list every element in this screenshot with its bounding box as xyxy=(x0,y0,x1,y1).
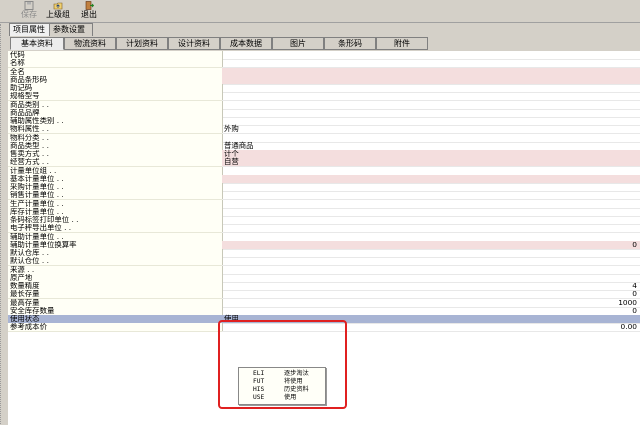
property-row[interactable]: 计量单位组 . . xyxy=(8,166,640,176)
tab-attachments[interactable]: 附件 xyxy=(376,37,428,50)
property-row[interactable]: 默认仓库 . . xyxy=(8,249,640,258)
property-row[interactable]: 商品条形码 xyxy=(8,75,640,85)
property-row[interactable]: 全名 xyxy=(8,67,640,77)
tab-barcode[interactable]: 条形码 xyxy=(324,37,376,50)
folder-up-icon xyxy=(53,2,63,10)
property-row[interactable]: 默认仓位 . . xyxy=(8,257,640,267)
property-row[interactable]: 数量精度 4 xyxy=(8,282,640,291)
exit-icon xyxy=(85,1,94,10)
property-row[interactable]: 基本计量单位 . . xyxy=(8,174,640,184)
property-row[interactable]: 来源 . . xyxy=(8,265,640,275)
property-row[interactable]: 最高存量 1000 xyxy=(8,298,640,308)
tab-basic-info[interactable]: 基本资料 xyxy=(10,37,64,50)
property-row[interactable]: 售卖方式 . . 计个 xyxy=(8,150,640,159)
property-row[interactable]: 销售计量单位 . . xyxy=(8,191,640,201)
property-number: 0 xyxy=(632,305,637,315)
property-row[interactable]: 原产地 xyxy=(8,273,640,283)
outer-tab-bar: 项目属性 参数设置 xyxy=(0,23,640,36)
property-row[interactable]: 电子秤导出单位 . . xyxy=(8,224,640,234)
parent-group-label: 上级组 xyxy=(46,10,70,19)
tab-design-info[interactable]: 设计资料 xyxy=(168,37,220,50)
property-row[interactable]: 商品类别 . . xyxy=(8,100,640,110)
save-label: 保存 xyxy=(21,10,37,19)
exit-button[interactable]: 退出 xyxy=(78,0,100,22)
left-divider xyxy=(0,24,3,424)
property-row[interactable]: 名称 xyxy=(8,59,640,69)
tab-planning-info[interactable]: 计划资料 xyxy=(116,37,168,50)
property-row[interactable]: 物料分类 . . xyxy=(8,133,640,143)
property-row[interactable]: 最长存量 0 xyxy=(8,290,640,300)
property-row[interactable]: 采购计量单位 . . xyxy=(8,183,640,192)
property-row[interactable]: 规格型号 xyxy=(8,92,640,102)
property-row[interactable]: 经营方式 . . 自营 xyxy=(8,157,640,168)
property-value: 外购 xyxy=(224,124,239,134)
tab-images[interactable]: 图片 xyxy=(272,37,324,50)
property-number: 0.00 xyxy=(620,322,637,332)
property-row[interactable]: 辅助属性类别 . . xyxy=(8,117,640,126)
property-row[interactable]: 安全库存数量 0 xyxy=(8,305,640,316)
property-row[interactable]: 商品类型 . . 普通商品 xyxy=(8,141,640,151)
property-row[interactable]: 辅助计量单位 . . xyxy=(8,232,640,242)
property-row[interactable]: 库存计量单位 . . xyxy=(8,207,640,217)
property-row[interactable]: 助记码 xyxy=(8,84,640,93)
save-icon xyxy=(24,1,34,10)
property-row[interactable]: 辅助计量单位换算率 0 xyxy=(8,239,640,250)
tab-logistics-info[interactable]: 物流资料 xyxy=(64,37,116,50)
save-button[interactable]: 保存 xyxy=(18,0,40,22)
inner-tab-bar: 基本资料 物流资料 计划资料 设计资料 成本数据 图片 条形码 附件 xyxy=(8,37,640,50)
property-row[interactable]: 条码标签打印单位 . . xyxy=(8,216,640,225)
property-row[interactable]: 商品品牌 xyxy=(8,108,640,118)
tab-cost-data[interactable]: 成本数据 xyxy=(220,37,272,50)
property-label: 参考成本价 xyxy=(8,323,223,333)
exit-label: 退出 xyxy=(81,10,97,19)
property-value: 自营 xyxy=(224,157,239,167)
parent-group-button[interactable]: 上级组 xyxy=(44,0,72,22)
property-row[interactable]: 生产计量单位 . . xyxy=(8,199,640,209)
property-number: 0 xyxy=(632,239,637,249)
toolbar: 保存 上级组 退出 xyxy=(0,0,640,23)
property-row[interactable]: 代码 xyxy=(8,51,640,60)
tab-item-properties[interactable]: 项目属性 xyxy=(9,23,53,36)
highlight-annotation-box xyxy=(218,320,347,409)
tab-parameter-settings[interactable]: 参数设置 xyxy=(49,23,93,36)
property-row[interactable]: 物料属性 . . 外购 xyxy=(8,124,640,135)
